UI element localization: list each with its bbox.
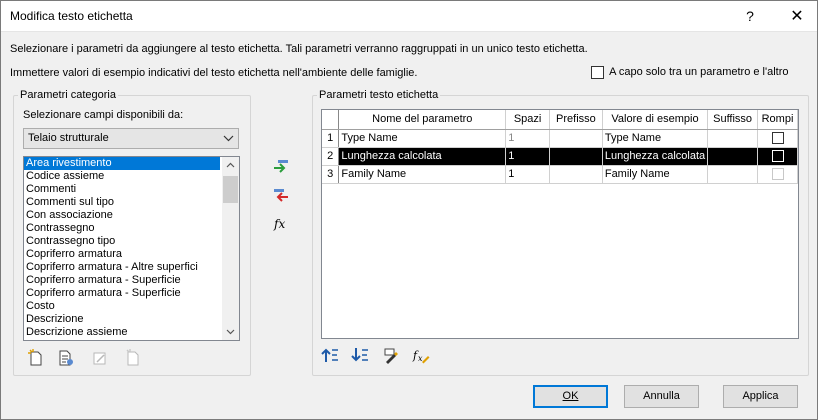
row-number: 3: [322, 165, 340, 184]
column-header-spaces[interactable]: Spazi: [505, 110, 550, 130]
chevron-down-icon: [223, 135, 234, 142]
add-parameter-icon[interactable]: [272, 158, 290, 176]
formula-edit-icon[interactable]: f x: [412, 346, 430, 364]
cancel-button-label: Annulla: [643, 390, 680, 402]
wrap-checkbox-label: A capo solo tra un parametro e l'altro: [609, 66, 789, 79]
column-header-sample[interactable]: Valore di esempio: [602, 110, 709, 130]
sample-value-cell[interactable]: Family Name: [602, 165, 709, 184]
sample-value-cell[interactable]: Type Name: [602, 129, 709, 148]
category-dropdown[interactable]: Telaio strutturale: [23, 128, 239, 149]
instruction-text-1: Selezionare i parametri da aggiungere al…: [10, 43, 588, 55]
prefix-cell[interactable]: [549, 147, 603, 166]
ok-button-label: OK: [562, 390, 579, 402]
cancel-button[interactable]: Annulla: [624, 385, 699, 408]
list-item[interactable]: Codice assieme: [24, 170, 220, 183]
wrap-checkbox[interactable]: [591, 66, 604, 79]
dialog-window: Modifica testo etichetta ? ✕ Selezionare…: [0, 0, 818, 420]
parameter-name-cell[interactable]: Type Name: [338, 129, 507, 148]
table-row[interactable]: 2 Lunghezza calcolata 1 Lunghezza calcolata: [322, 147, 798, 166]
list-item[interactable]: Commenti: [24, 183, 220, 196]
row-number: 1: [322, 129, 340, 148]
list-item[interactable]: Area rivestimento: [24, 157, 220, 170]
spaces-cell[interactable]: 1: [505, 129, 550, 148]
list-item[interactable]: Copriferro armatura - Superficie superio…: [24, 287, 220, 300]
label-parameters-grid[interactable]: Nome del parametro Spazi Prefisso Valore…: [321, 109, 799, 339]
list-item[interactable]: Commenti sul tipo: [24, 196, 220, 209]
break-cell[interactable]: [757, 165, 798, 184]
list-item[interactable]: Descrizione assieme: [24, 326, 220, 339]
edit-parameter-icon[interactable]: [57, 349, 75, 367]
edit-format-icon[interactable]: [382, 346, 400, 364]
list-item[interactable]: Contrassegno: [24, 222, 220, 235]
apply-button[interactable]: Applica: [723, 385, 798, 408]
column-header-break[interactable]: Rompi: [757, 110, 798, 130]
list-item[interactable]: Contrassegno tipo: [24, 235, 220, 248]
column-header-name[interactable]: Nome del parametro: [338, 110, 507, 130]
list-scrollbar[interactable]: [222, 157, 239, 340]
prefix-cell[interactable]: [549, 165, 603, 184]
remove-parameter-icon[interactable]: [272, 187, 290, 205]
available-fields-label: Selezionare campi disponibili da:: [23, 109, 184, 121]
break-cell[interactable]: [757, 129, 798, 148]
break-checkbox[interactable]: [771, 150, 784, 163]
column-header-prefix[interactable]: Prefisso: [549, 110, 603, 130]
column-header-suffix[interactable]: Suffisso: [707, 110, 759, 130]
help-button[interactable]: ?: [734, 1, 766, 32]
prefix-cell[interactable]: [549, 129, 603, 148]
list-item[interactable]: Copriferro armatura - Superficie inferio…: [24, 274, 220, 287]
available-fields-list[interactable]: Area rivestimento Codice assieme Commenti C…: [23, 156, 240, 341]
suffix-cell[interactable]: [707, 165, 759, 184]
formula-icon[interactable]: fx: [274, 217, 285, 231]
label-group-label: Parametri testo etichetta: [317, 89, 441, 101]
row-number-header: [322, 110, 340, 130]
break-checkbox: [771, 168, 784, 181]
parameter-name-cell[interactable]: Family Name: [338, 165, 507, 184]
new-parameter-icon[interactable]: [27, 349, 45, 367]
spaces-cell[interactable]: 1: [505, 165, 550, 184]
list-item[interactable]: Copriferro armatura - Altre superfici: [24, 261, 220, 274]
apply-button-label: Applica: [742, 390, 779, 402]
suffix-cell[interactable]: [707, 129, 759, 148]
grid-header-row: Nome del parametro Spazi Prefisso Valore…: [322, 110, 798, 130]
move-up-icon[interactable]: [321, 346, 339, 364]
delete-parameter-icon: [126, 349, 139, 366]
modify-parameter-icon: [93, 352, 106, 365]
list-item[interactable]: Con associazione: [24, 209, 220, 222]
parameter-name-cell[interactable]: Lunghezza calcolata: [338, 147, 507, 166]
scroll-thumb[interactable]: [223, 176, 238, 203]
list-item[interactable]: Copriferro armatura: [24, 248, 220, 261]
move-down-icon[interactable]: [351, 346, 369, 364]
break-cell[interactable]: [757, 147, 798, 166]
instruction-text-2: Immettere valori di esempio indicativi d…: [10, 67, 418, 79]
category-group-label: Parametri categoria: [18, 89, 118, 101]
spaces-cell[interactable]: 1: [505, 147, 550, 166]
break-checkbox[interactable]: [771, 132, 784, 145]
close-button[interactable]: ✕: [777, 1, 817, 32]
category-dropdown-value: Telaio strutturale: [28, 132, 109, 144]
row-number: 2: [322, 147, 340, 166]
table-row[interactable]: 3 Family Name 1 Family Name: [322, 165, 798, 184]
ok-button[interactable]: OK: [533, 385, 608, 408]
scroll-up-icon[interactable]: [222, 157, 239, 174]
dialog-title: Modifica testo etichetta: [10, 9, 133, 23]
suffix-cell[interactable]: [707, 147, 759, 166]
list-item[interactable]: Costo: [24, 300, 220, 313]
scroll-down-icon[interactable]: [222, 323, 239, 340]
list-item[interactable]: Descrizione: [24, 313, 220, 326]
wrap-checkbox-row[interactable]: A capo solo tra un parametro e l'altro: [591, 66, 788, 79]
sample-value-cell[interactable]: Lunghezza calcolata: [602, 147, 709, 166]
title-bar: Modifica testo etichetta ? ✕: [1, 1, 817, 32]
svg-text:x: x: [418, 354, 423, 363]
table-row[interactable]: 1 Type Name 1 Type Name: [322, 129, 798, 148]
